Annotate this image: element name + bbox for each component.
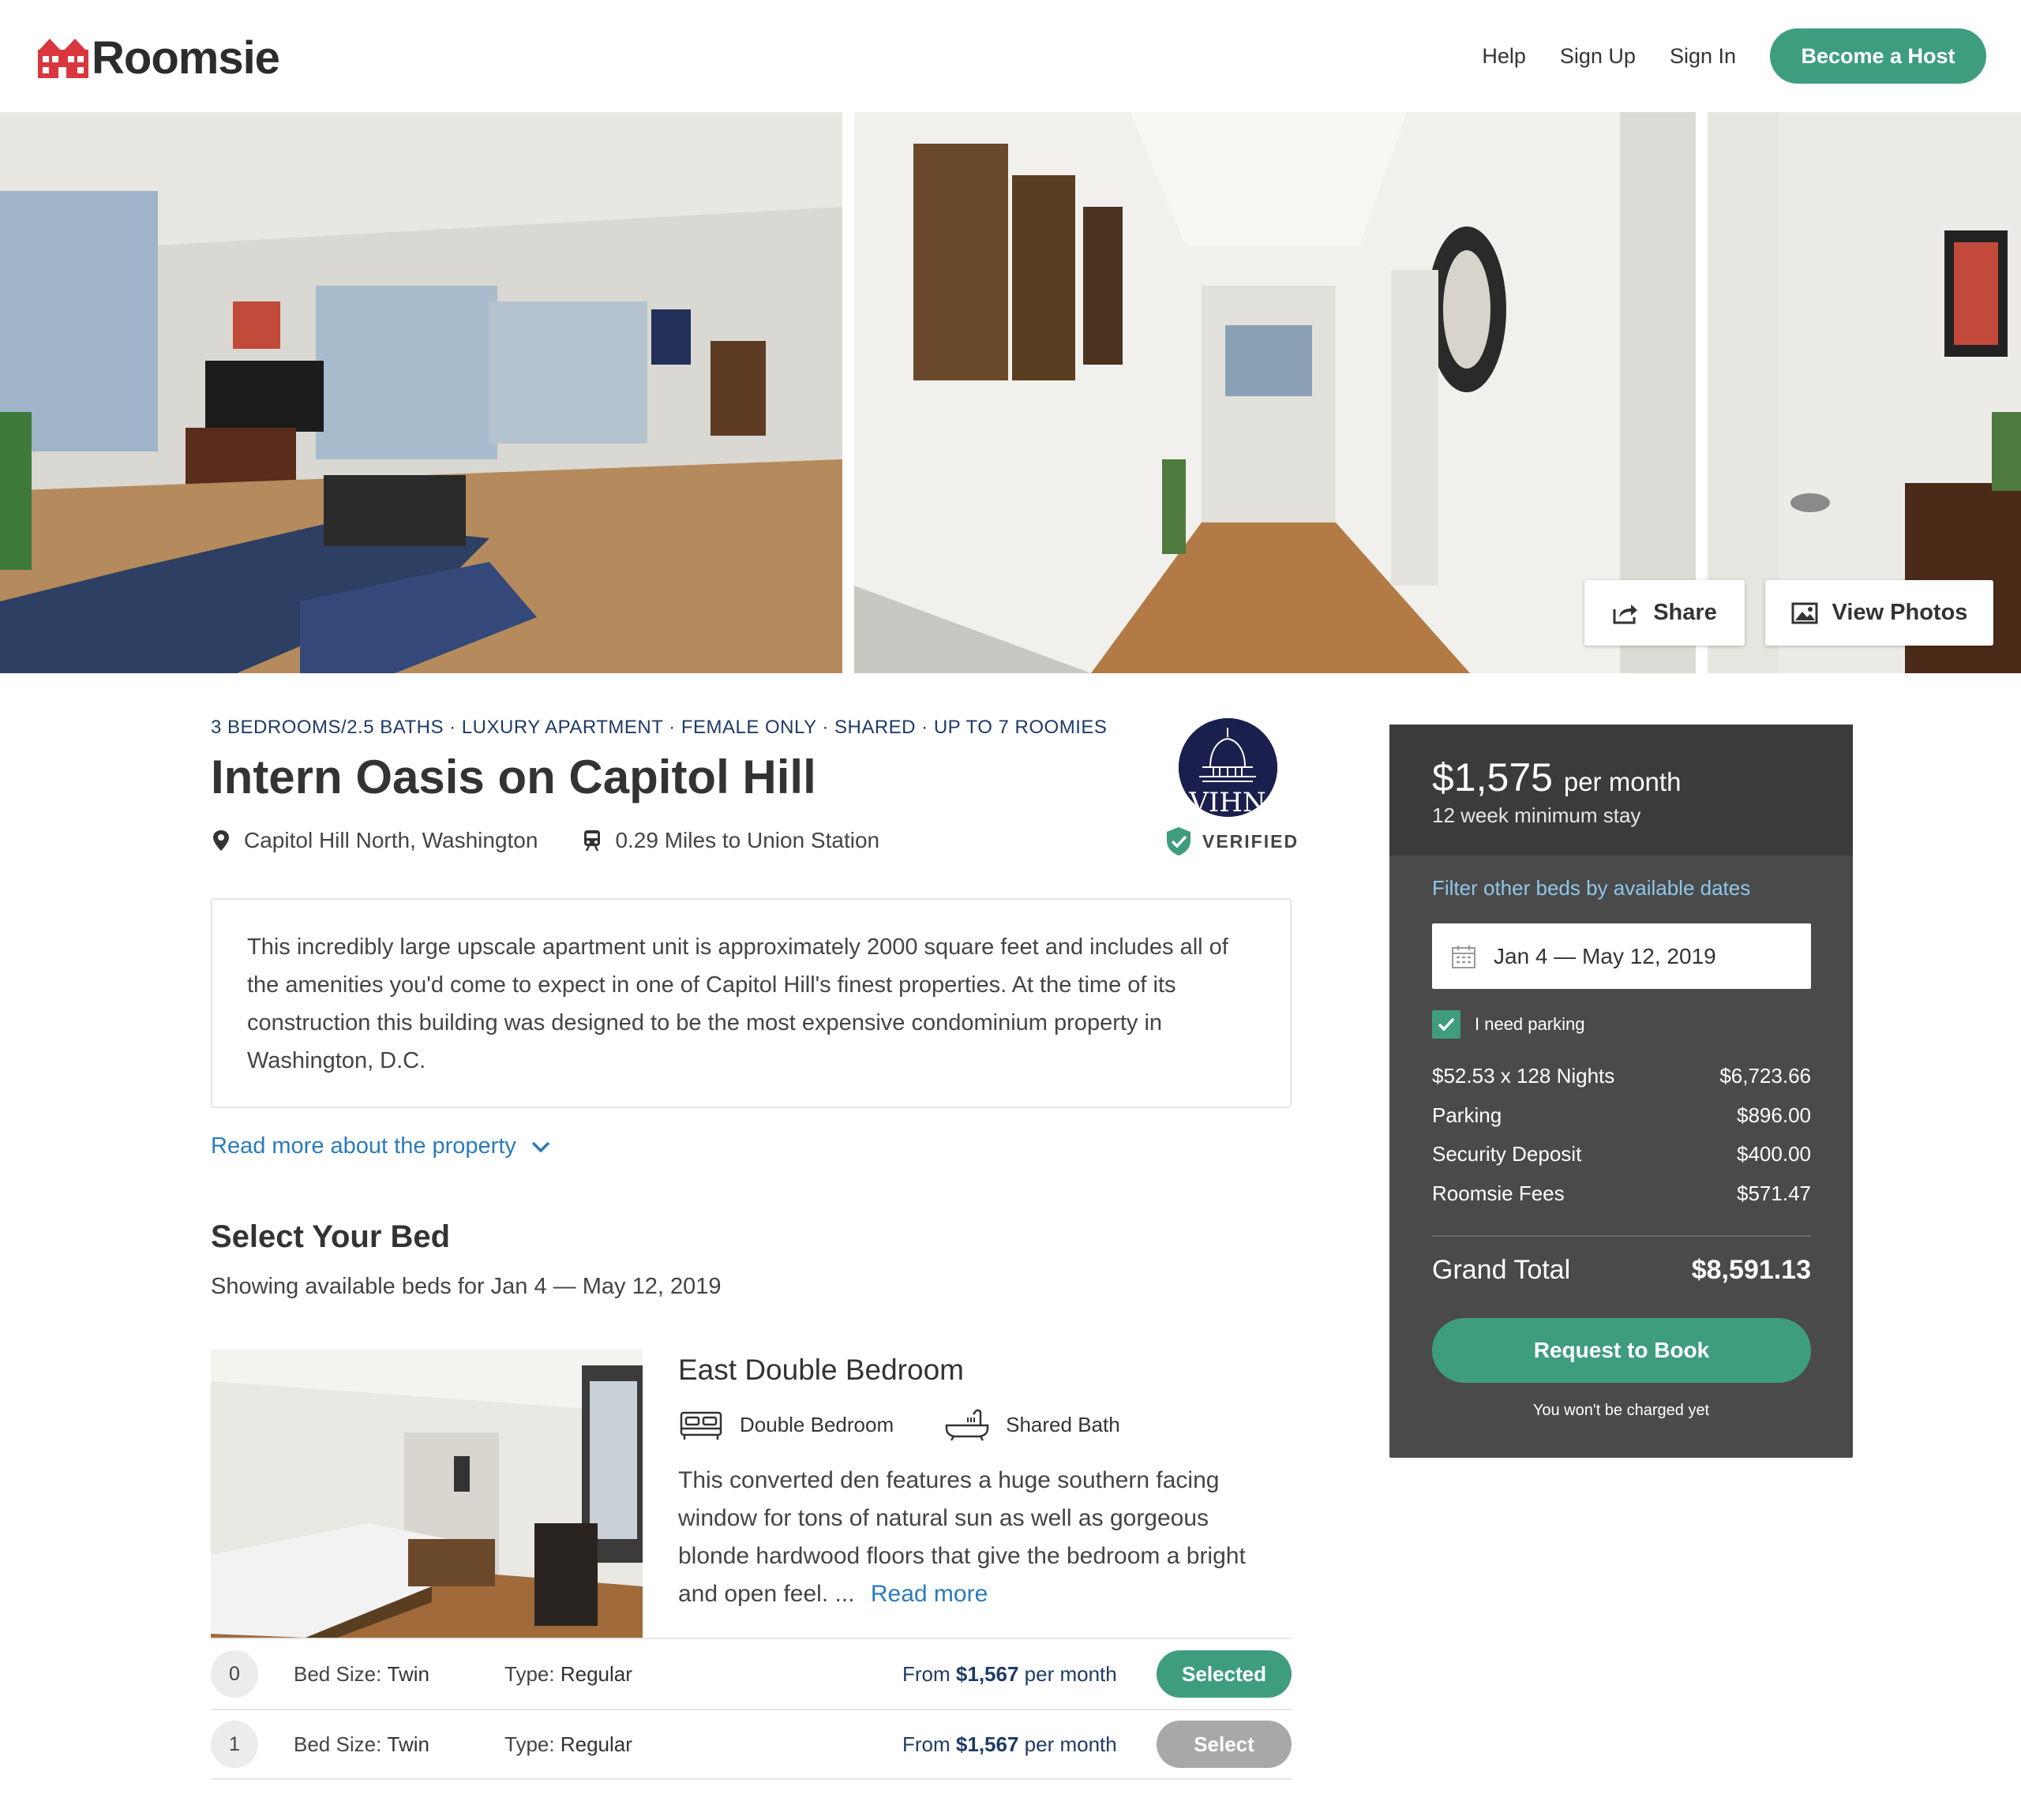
nav-signin-link[interactable]: Sign In [1670, 44, 1736, 69]
bed-selected-button[interactable]: Selected [1157, 1650, 1292, 1698]
room-read-more-link[interactable]: Read more [871, 1581, 988, 1607]
select-bed-subtitle: Showing available beds for Jan 4 — May 1… [211, 1274, 722, 1299]
verified-badge: VERIFIED [1164, 826, 1299, 857]
logo[interactable]: Roomsie [36, 32, 280, 84]
parking-label: I need parking [1475, 1014, 1585, 1034]
filter-dates-label: Filter other beds by available dates [1432, 876, 1751, 900]
transit-distance: 0.29 Miles to Union Station [615, 828, 880, 852]
date-range-value: Jan 4 — May 12, 2019 [1494, 943, 1716, 968]
room-features: Double Bedroom Shared Bath [678, 1408, 1120, 1441]
booking-panel: $1,575 per month 12 week minimum stay Fi… [1389, 725, 1853, 1458]
grand-total-label: Grand Total [1432, 1255, 1571, 1285]
logo-building-icon [38, 39, 88, 78]
site-header: Roomsie Help Sign Up Sign In Become a Ho… [0, 0, 2021, 112]
grand-total: Grand Total $8,591.13 [1432, 1255, 1811, 1286]
photo-gallery: Share View Photos [0, 112, 2021, 673]
bath-feature-label: Shared Bath [1006, 1412, 1120, 1436]
listing-meta: Capitol Hill North, Washington 0.29 Mile… [211, 828, 879, 853]
booking-price-header: $1,575 per month 12 week minimum stay [1389, 725, 1853, 856]
property-description: This incredibly large upscale apartment … [211, 898, 1292, 1108]
bed-row[interactable]: 1 Bed Size: Twin Type: Regular From $1,5… [211, 1709, 1292, 1780]
bed-type: Type: Regular [504, 1732, 632, 1756]
map-pin-icon [213, 830, 229, 851]
read-more-property-link[interactable]: Read more about the property [211, 1133, 551, 1159]
line-item: Security Deposit $400.00 [1432, 1142, 1811, 1166]
bed-size: Bed Size: Twin [294, 1732, 429, 1756]
verified-label: VERIFIED [1202, 830, 1299, 852]
monthly-price: $1,575 per month [1432, 755, 1682, 800]
image-icon [1791, 602, 1818, 624]
host-logo-badge[interactable]: VIHN [1179, 718, 1277, 817]
line-item: Roomsie Fees $571.47 [1432, 1181, 1811, 1205]
living-room-photo[interactable] [0, 112, 842, 673]
price-breakdown: $52.53 x 128 Nights $6,723.66 Parking $896… [1432, 1064, 1811, 1220]
transit-info: 0.29 Miles to Union Station [582, 828, 879, 853]
room-description: This converted den features a huge south… [678, 1462, 1286, 1613]
parking-option[interactable]: I need parking [1432, 1010, 1584, 1039]
bed-icon [680, 1411, 722, 1440]
room-photo[interactable] [211, 1350, 643, 1638]
listing-tagline: 3 BEDROOMS/2.5 BATHS · LUXURY APARTMENT … [211, 717, 1108, 738]
bed-number: 1 [211, 1721, 258, 1768]
bed-select-button[interactable]: Select [1157, 1721, 1292, 1768]
bathtub-icon [945, 1409, 989, 1441]
line-item: Parking $896.00 [1432, 1103, 1811, 1127]
top-nav: Help Sign Up Sign In Become a Host [1482, 28, 1986, 84]
bed-type: Type: Regular [504, 1661, 632, 1686]
listing-title: Intern Oasis on Capitol Hill [211, 751, 816, 803]
capitol-dome-icon: VIHN [1179, 718, 1277, 817]
date-range-picker[interactable]: Jan 4 — May 12, 2019 [1432, 923, 1811, 989]
divider [1432, 1235, 1811, 1237]
logo-text: Roomsie [92, 32, 280, 84]
share-button[interactable]: Share [1584, 580, 1745, 646]
bed-feature-label: Double Bedroom [740, 1412, 894, 1436]
request-to-book-button[interactable]: Request to Book [1432, 1318, 1811, 1383]
read-more-property-label: Read more about the property [211, 1133, 516, 1159]
nav-signup-link[interactable]: Sign Up [1560, 44, 1636, 69]
become-host-button[interactable]: Become a Host [1770, 28, 1986, 84]
listing-location: Capitol Hill North, Washington [244, 828, 538, 852]
minimum-stay: 12 week minimum stay [1432, 803, 1641, 827]
bed-row[interactable]: 0 Bed Size: Twin Type: Regular From $1,5… [211, 1638, 1292, 1709]
line-item: $52.53 x 128 Nights $6,723.66 [1432, 1064, 1811, 1088]
bed-price: From $1,567 per month [902, 1661, 1117, 1686]
select-bed-heading: Select Your Bed [211, 1219, 451, 1254]
checkmark-icon [1438, 1017, 1455, 1032]
view-photos-label: View Photos [1832, 600, 1968, 625]
parking-checkbox[interactable] [1432, 1010, 1460, 1039]
calendar-icon [1452, 945, 1475, 968]
no-charge-note: You won't be charged yet [1532, 1402, 1710, 1419]
grand-total-value: $8,591.13 [1691, 1255, 1811, 1285]
bed-number: 0 [211, 1650, 258, 1698]
bed-price: From $1,567 per month [902, 1732, 1117, 1756]
hallway-photo[interactable] [854, 112, 1696, 673]
share-label: Share [1653, 600, 1717, 625]
bath-feature: Shared Bath [944, 1408, 1120, 1441]
badge-text: VIHN [1188, 787, 1265, 817]
shield-check-icon [1167, 827, 1190, 856]
room-name: East Double Bedroom [678, 1354, 964, 1386]
bed-size: Bed Size: Twin [294, 1661, 429, 1686]
train-icon [584, 830, 601, 852]
nav-help-link[interactable]: Help [1482, 44, 1526, 69]
view-photos-button[interactable]: View Photos [1765, 580, 1993, 646]
chevron-down-icon [531, 1141, 550, 1152]
share-icon [1613, 604, 1638, 624]
